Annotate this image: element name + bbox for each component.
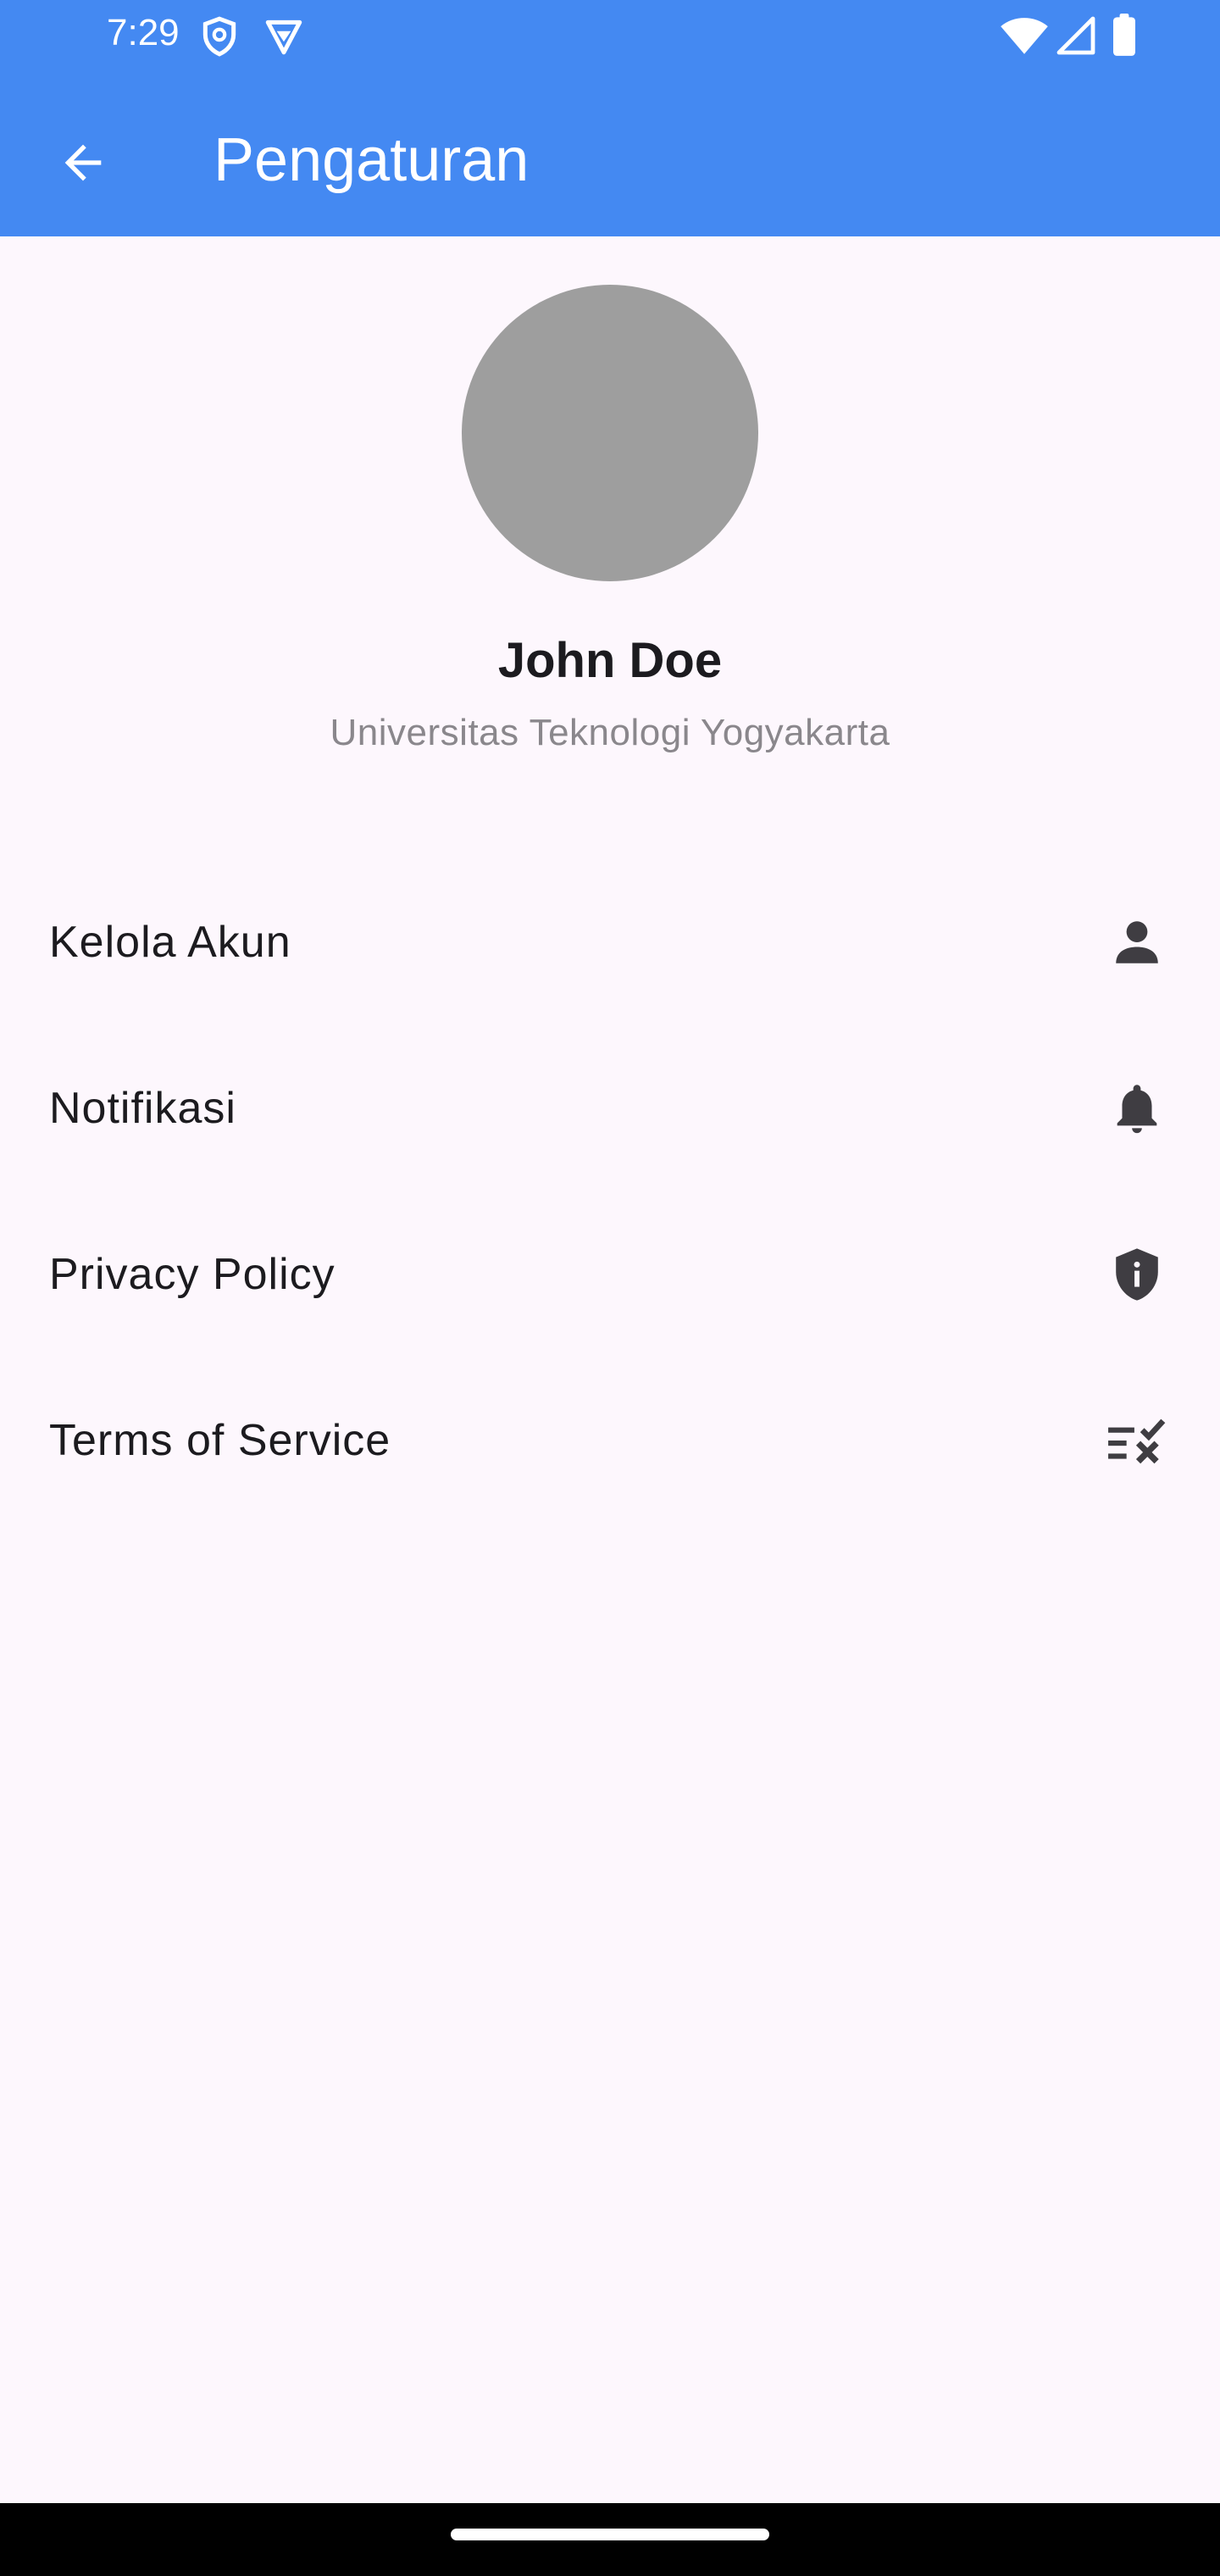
wifi-icon: [1000, 14, 1049, 62]
back-button[interactable]: [41, 122, 125, 207]
status-time: 7:29: [107, 12, 180, 53]
signal-icon: [1056, 15, 1096, 60]
avatar[interactable]: [462, 285, 758, 581]
menu-item-privacy-policy[interactable]: Privacy Policy: [0, 1191, 1220, 1357]
menu-item-label: Notifikasi: [49, 1084, 236, 1133]
menu-item-label: Terms of Service: [49, 1416, 391, 1465]
user-name: John Doe: [497, 633, 723, 688]
person-icon: [1103, 908, 1171, 976]
status-bar: 7:29: [0, 0, 1220, 75]
bell-icon: [1103, 1074, 1171, 1142]
settings-menu: Kelola Akun Notifikasi Privacy Policy Te…: [0, 859, 1220, 1524]
toolbar: Pengaturan: [0, 93, 1220, 220]
arrow-back-icon: [56, 136, 110, 194]
menu-item-label: Privacy Policy: [49, 1250, 336, 1299]
menu-item-notifikasi[interactable]: Notifikasi: [0, 1025, 1220, 1191]
battery-icon: [1110, 14, 1139, 62]
user-organization: Universitas Teknologi Yogyakarta: [330, 712, 890, 753]
vpn-icon: [263, 15, 305, 62]
app-bar: 7:29 Pengaturan: [0, 0, 1220, 236]
home-gesture-handle[interactable]: [451, 2529, 769, 2540]
menu-item-kelola-akun[interactable]: Kelola Akun: [0, 859, 1220, 1025]
system-navigation-bar: [0, 2503, 1220, 2576]
menu-item-label: Kelola Akun: [49, 918, 291, 967]
playlist-remove-icon: [1103, 1407, 1171, 1474]
menu-item-terms-of-service[interactable]: Terms of Service: [0, 1357, 1220, 1524]
page-title: Pengaturan: [214, 126, 530, 194]
shield-icon: [198, 15, 241, 62]
shield-info-icon: [1103, 1241, 1171, 1308]
